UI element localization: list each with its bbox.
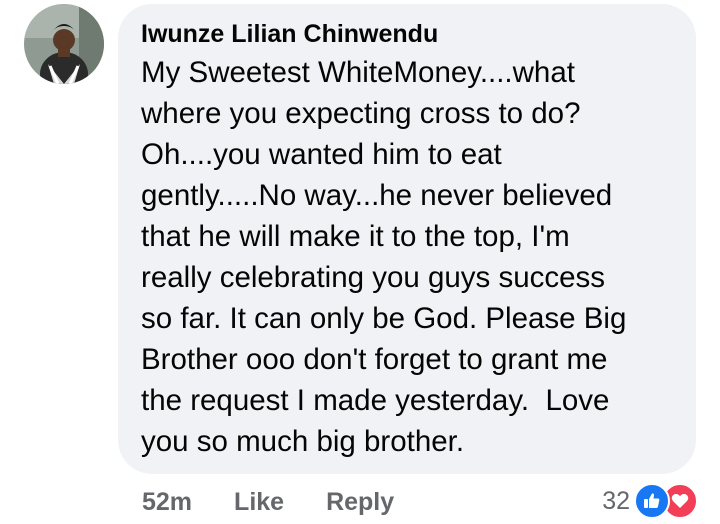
comment-text-line: Brother ooo don't forget to grant me [141,343,608,376]
like-button[interactable]: Like [234,488,284,517]
comment-text-line: where you expecting cross to do? [141,97,581,130]
comment-timestamp[interactable]: 52m [142,488,192,517]
comment-author[interactable]: Iwunze Lilian Chinwendu [141,18,678,50]
comment-text-line: the request I made yesterday. Love [141,384,610,417]
comment-text: My Sweetest WhiteMoney....what where you… [141,52,678,462]
comment-text-line: you so much big brother. [141,425,465,458]
comment-bubble: Iwunze Lilian Chinwendu My Sweetest Whit… [118,4,696,474]
comment-actions: 52m Like Reply [142,484,394,520]
comment-text-line: that he will make it to the top, I'm [141,220,570,253]
profile-photo-icon [24,4,104,84]
thumbs-up-icon [634,483,670,519]
comment-text-line: My Sweetest WhiteMoney....what [141,56,575,89]
reaction-count: 32 [602,486,630,515]
avatar[interactable] [24,4,104,84]
comment: Iwunze Lilian Chinwendu My Sweetest Whit… [0,0,720,524]
comment-text-line: really celebrating you guys success [141,261,606,294]
reply-button[interactable]: Reply [326,488,394,517]
reactions-summary[interactable]: 32 [602,482,698,520]
comment-text-line: so far. It can only be God. Please Big [141,302,627,335]
comment-text-line: gently.....No way...he never believed [141,179,613,212]
comment-text-line: Oh....you wanted him to eat [141,138,502,171]
